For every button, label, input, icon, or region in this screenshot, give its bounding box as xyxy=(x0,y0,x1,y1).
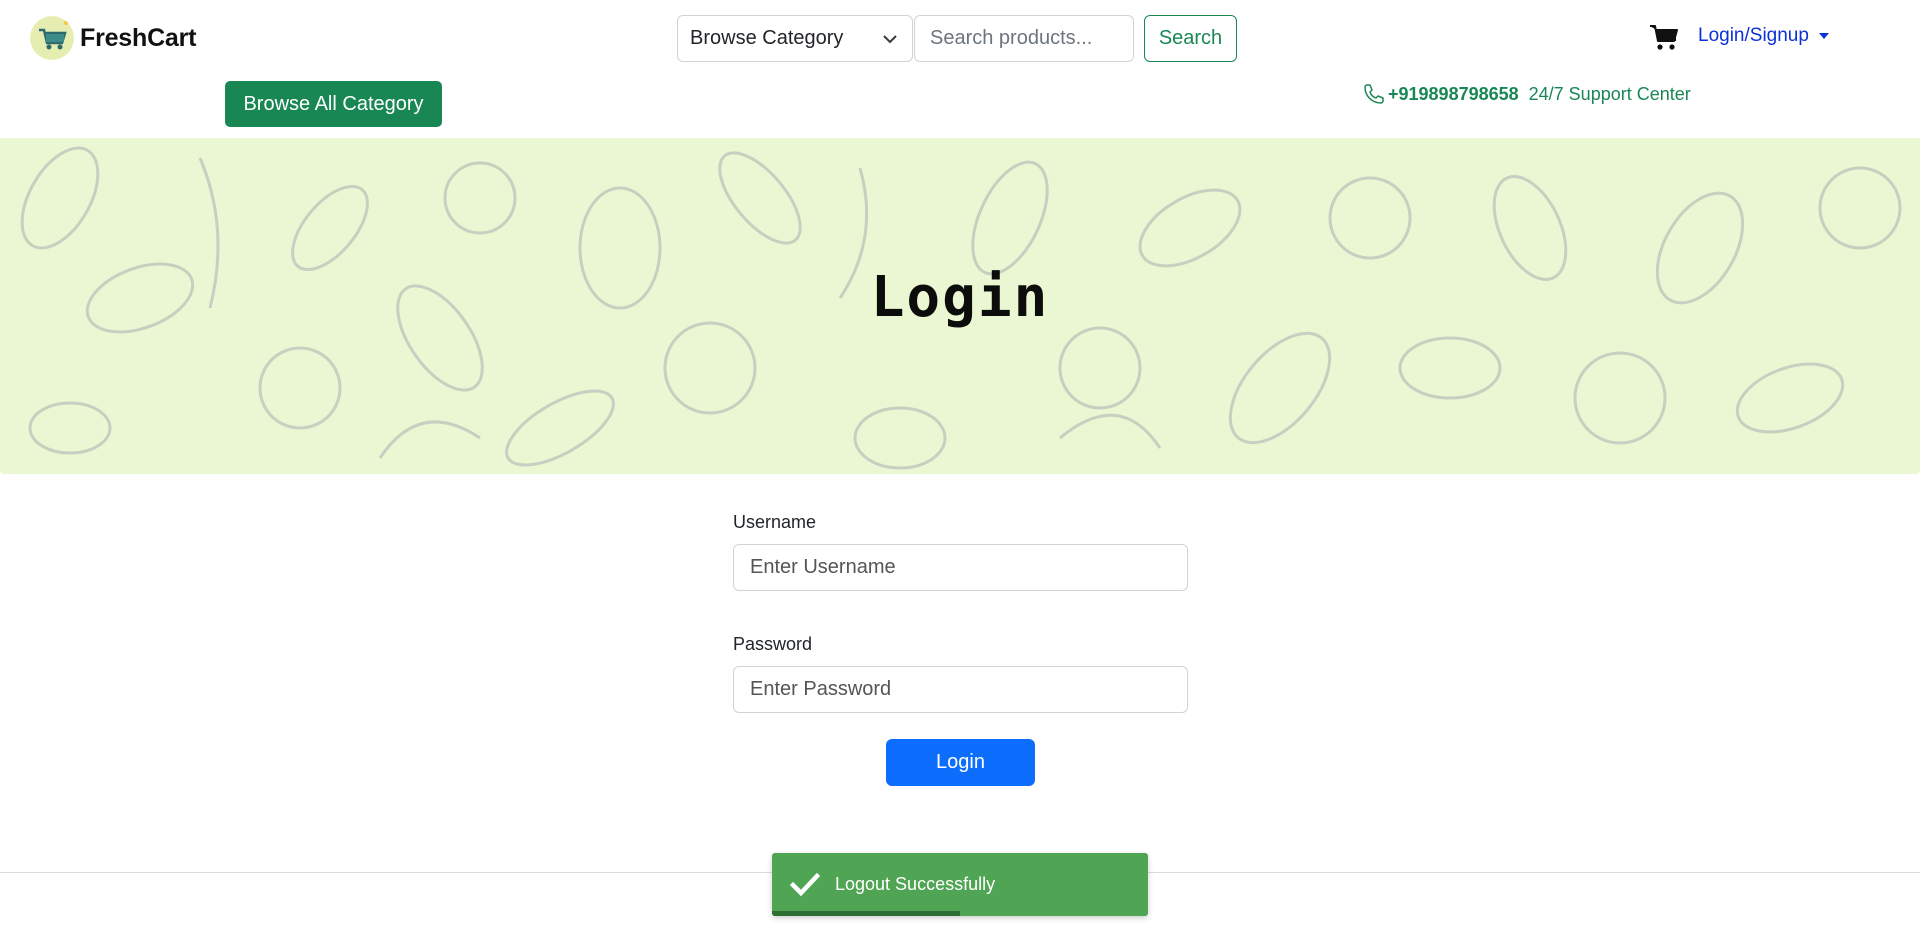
search-input[interactable] xyxy=(914,15,1134,62)
category-select[interactable]: Browse Category xyxy=(677,15,913,62)
password-group: Password xyxy=(733,634,1188,713)
shopping-cart-icon[interactable] xyxy=(1649,23,1679,51)
brand[interactable]: FreshCart xyxy=(30,16,196,60)
username-group: Username xyxy=(733,512,1188,591)
username-label: Username xyxy=(733,512,817,532)
username-input[interactable] xyxy=(733,544,1188,591)
cart-logo-icon xyxy=(30,16,74,60)
login-button[interactable]: Login xyxy=(886,739,1035,786)
top-navbar: FreshCart Browse Category Search Login/S… xyxy=(0,0,1920,76)
category-select-value: Browse Category xyxy=(690,27,844,49)
caret-down-icon xyxy=(1818,33,1829,39)
phone-icon xyxy=(1364,84,1384,104)
support-center-text: 24/7 Support Center xyxy=(1528,83,1691,104)
support-phone[interactable]: +919898798658 xyxy=(1388,84,1519,105)
support-info: +919898798658 24/7 Support Center xyxy=(1362,82,1691,106)
check-icon xyxy=(790,872,820,896)
password-label: Password xyxy=(733,634,813,654)
brand-name: FreshCart xyxy=(80,23,197,52)
toast-notification[interactable]: Logout Successfully xyxy=(772,853,1148,916)
account-menu-toggle[interactable]: Login/Signup xyxy=(1698,25,1829,47)
toast-message: Logout Successfully xyxy=(835,874,996,894)
chevron-down-icon xyxy=(883,35,897,44)
page-title: Login xyxy=(870,265,1050,330)
search-button[interactable]: Search xyxy=(1144,15,1237,62)
password-input[interactable] xyxy=(733,666,1188,713)
hero-banner: Login xyxy=(0,138,1920,474)
account-menu-label: Login/Signup xyxy=(1698,25,1809,46)
browse-all-category-button[interactable]: Browse All Category xyxy=(225,81,442,127)
toast-progress-bar xyxy=(772,911,960,916)
